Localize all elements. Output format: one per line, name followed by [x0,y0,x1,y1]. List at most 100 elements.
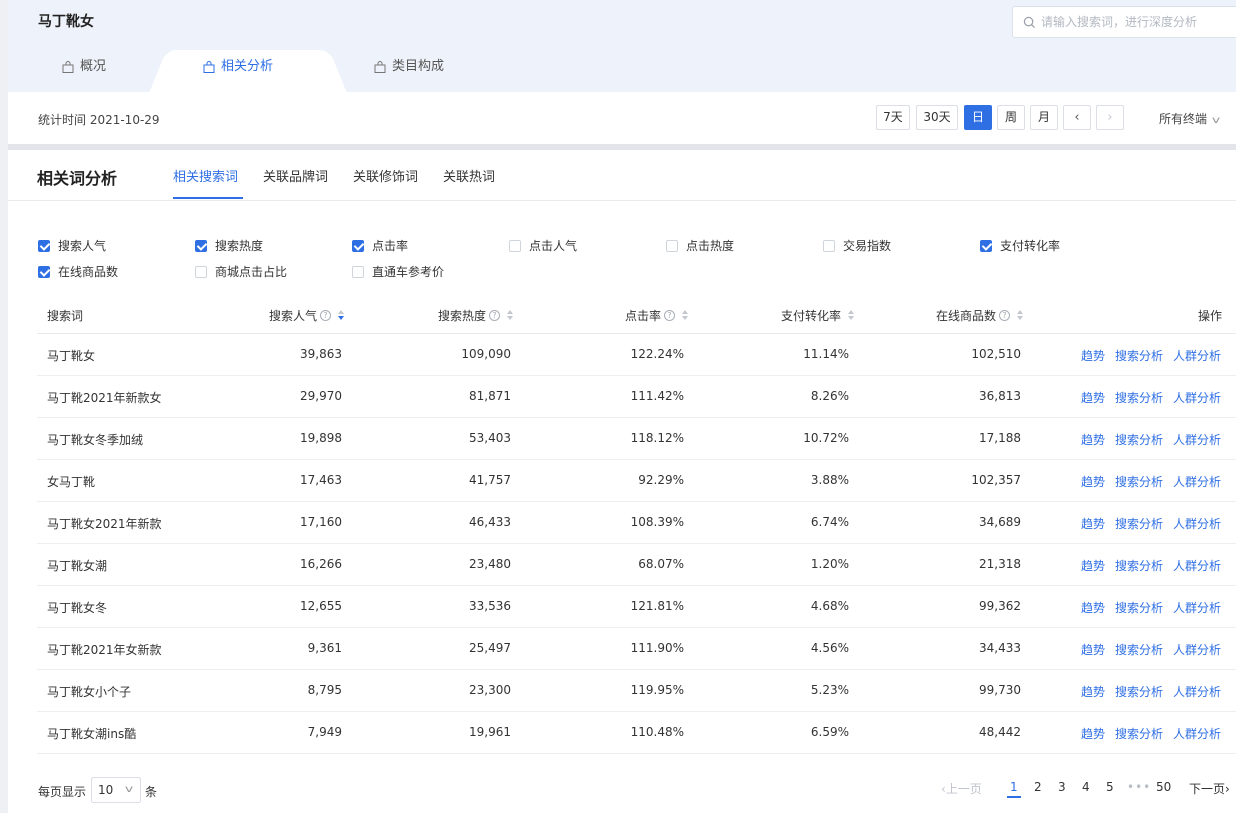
trend-link[interactable]: 趋势 [1081,473,1105,490]
keyword-cell: 马丁靴女冬 [47,601,108,615]
pagination-ellipsis[interactable]: ••• [1127,780,1151,794]
subtab-hot-words[interactable]: 关联热词 [443,166,495,185]
crowd-analysis-link[interactable]: 人群分析 [1173,641,1221,658]
metric-checkbox[interactable]: 点击率 [352,237,408,254]
col-header-conversion[interactable]: 支付转化率 [781,307,855,324]
trend-link[interactable]: 趋势 [1081,725,1105,742]
trend-link[interactable]: 趋势 [1081,431,1105,448]
search-analysis-link[interactable]: 搜索分析 [1115,599,1163,616]
metric-checkbox[interactable]: 在线商品数 [38,263,118,280]
search-analysis-link[interactable]: 搜索分析 [1115,389,1163,406]
checkbox-unchecked-icon[interactable] [509,239,521,252]
period-day-button[interactable]: 日 [964,105,992,130]
trend-link[interactable]: 趋势 [1081,515,1105,532]
sort-icon[interactable] [848,310,855,321]
prev-period-button[interactable]: ‹ [1063,105,1091,130]
page-1[interactable]: 1 [1007,780,1021,798]
tab-category[interactable]: 类目构成 [374,52,444,92]
sort-icon[interactable] [1017,310,1024,321]
keyword-cell: 马丁靴女潮ins酷 [47,727,137,741]
time-bar: 统计时间 2021-10-29 7天 30天 日 周 月 ‹ › 所有终端 v [8,92,1236,144]
trend-link[interactable]: 趋势 [1081,641,1105,658]
search-analysis-link[interactable]: 搜索分析 [1115,515,1163,532]
page-5[interactable]: 5 [1106,780,1114,794]
checkbox-checked-icon[interactable] [980,239,992,252]
value-cell: 68.07% [638,557,684,571]
checkbox-checked-icon[interactable] [352,239,364,252]
metric-checkbox[interactable]: 点击热度 [666,237,734,254]
period-week-button[interactable]: 周 [997,105,1025,130]
checkbox-checked-icon[interactable] [38,239,50,252]
metric-checkbox[interactable]: 商城点击占比 [195,263,287,280]
search-analysis-link[interactable]: 搜索分析 [1115,347,1163,364]
checkbox-unchecked-icon[interactable] [666,239,678,252]
tab-label: 相关分析 [221,59,274,74]
search-analysis-link[interactable]: 搜索分析 [1115,641,1163,658]
crowd-analysis-link[interactable]: 人群分析 [1173,557,1221,574]
page-3[interactable]: 3 [1058,780,1066,794]
metric-checkbox[interactable]: 支付转化率 [980,237,1060,254]
sort-icon[interactable] [507,310,514,321]
crowd-analysis-link[interactable]: 人群分析 [1173,599,1221,616]
col-header-search-popularity[interactable]: 搜索人气? [269,307,345,324]
prev-page-button[interactable]: ‹上一页 [941,780,982,797]
terminal-select[interactable]: 所有终端 v [1159,110,1220,127]
help-icon[interactable]: ? [664,310,676,321]
sort-icon[interactable] [338,310,345,321]
tab-related-analysis[interactable]: 相关分析 [203,52,273,92]
crowd-analysis-link[interactable]: 人群分析 [1173,389,1221,406]
search-analysis-link[interactable]: 搜索分析 [1115,725,1163,742]
subtab-brand-words[interactable]: 关联品牌词 [263,166,328,185]
page-last[interactable]: 50 [1156,780,1171,794]
col-header-search-heat[interactable]: 搜索热度? [438,307,514,324]
checkbox-checked-icon[interactable] [38,265,50,278]
search-input[interactable] [1041,7,1236,37]
checkbox-unchecked-icon[interactable] [195,265,207,278]
page-4[interactable]: 4 [1082,780,1090,794]
col-header-online-products[interactable]: 在线商品数? [936,307,1024,324]
metric-checkbox[interactable]: 点击人气 [509,237,577,254]
next-period-button[interactable]: › [1096,105,1124,130]
metric-checkbox[interactable]: 搜索热度 [195,237,263,254]
subtab-modifier-words[interactable]: 关联修饰词 [353,166,418,185]
period-30d-button[interactable]: 30天 [916,105,958,130]
search-analysis-link[interactable]: 搜索分析 [1115,473,1163,490]
subtab-related-search[interactable]: 相关搜索词 [173,166,238,185]
search-analysis-link[interactable]: 搜索分析 [1115,431,1163,448]
tab-overview[interactable]: 概况 [62,52,106,92]
trend-link[interactable]: 趋势 [1081,389,1105,406]
checkbox-checked-icon[interactable] [195,239,207,252]
value-cell: 111.42% [630,389,684,403]
period-7d-button[interactable]: 7天 [876,105,910,130]
crowd-analysis-link[interactable]: 人群分析 [1173,473,1221,490]
checkbox-unchecked-icon[interactable] [823,239,835,252]
help-icon[interactable]: ? [489,310,501,321]
crowd-analysis-link[interactable]: 人群分析 [1173,725,1221,742]
search-box[interactable] [1012,6,1236,38]
page-2[interactable]: 2 [1034,780,1042,794]
crowd-analysis-link[interactable]: 人群分析 [1173,683,1221,700]
search-analysis-link[interactable]: 搜索分析 [1115,557,1163,574]
crowd-analysis-link[interactable]: 人群分析 [1173,515,1221,532]
help-icon[interactable]: ? [320,310,332,321]
col-header-ctr[interactable]: 点击率? [625,307,689,324]
sort-icon[interactable] [682,310,689,321]
keyword-cell: 马丁靴女 [47,349,96,363]
metric-checkbox[interactable]: 搜索人气 [38,237,106,254]
trend-link[interactable]: 趋势 [1081,683,1105,700]
help-icon[interactable]: ? [999,310,1011,321]
checkbox-unchecked-icon[interactable] [352,265,364,278]
next-page-button[interactable]: 下一页› [1189,780,1230,797]
search-analysis-link[interactable]: 搜索分析 [1115,683,1163,700]
trend-link[interactable]: 趋势 [1081,557,1105,574]
trend-link[interactable]: 趋势 [1081,347,1105,364]
value-cell: 8,795 [307,683,342,697]
crowd-analysis-link[interactable]: 人群分析 [1173,431,1221,448]
metric-checkbox[interactable]: 直通车参考价 [352,263,444,280]
trend-link[interactable]: 趋势 [1081,599,1105,616]
value-cell: 99,730 [979,683,1021,697]
period-month-button[interactable]: 月 [1030,105,1058,130]
per-page-select[interactable]: 10 v [91,777,141,803]
crowd-analysis-link[interactable]: 人群分析 [1173,347,1221,364]
metric-checkbox[interactable]: 交易指数 [823,237,891,254]
